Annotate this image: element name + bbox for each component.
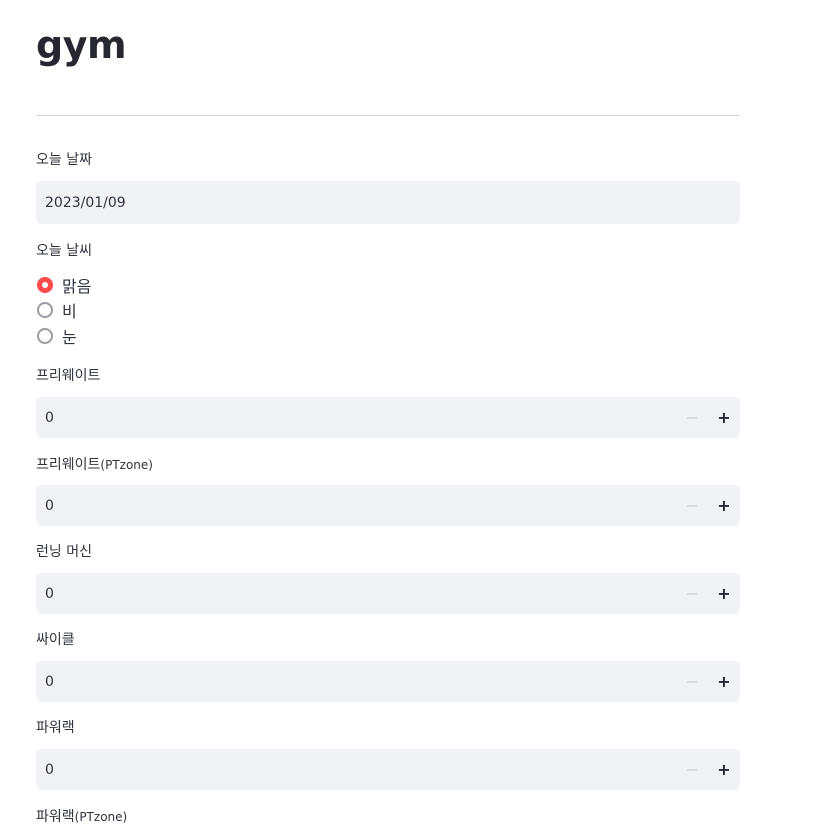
decrement-button[interactable]: − (676, 485, 708, 526)
page-title: gym (36, 23, 127, 67)
label-suffix: (PTzone) (74, 810, 128, 824)
weather-label: 오늘 날씨 (36, 243, 92, 259)
label-text: 런닝 머신 (36, 544, 92, 560)
radio-checked-icon (37, 276, 53, 293)
label-text: 프리웨이트 (36, 368, 101, 384)
powerrack-number-input: 0 − + (36, 749, 740, 790)
date-input[interactable]: 2023/01/09 (36, 181, 740, 224)
cycle-number-input: 0 − + (36, 661, 740, 702)
weather-option-label: 맑음 (62, 276, 92, 296)
divider (36, 115, 740, 116)
weather-option-label: 비 (62, 302, 77, 322)
weather-option-rain[interactable]: 비 (36, 298, 91, 324)
label-suffix: (PTzone) (100, 458, 153, 472)
cycle-label: 싸이클 (36, 631, 75, 649)
label-text: 싸이클 (36, 632, 75, 648)
freeweight-ptzone-number-input: 0 − + (36, 485, 740, 526)
weather-radio-group: 맑음 비 눈 (36, 272, 91, 349)
increment-button[interactable]: + (708, 397, 740, 438)
number-value[interactable]: 0 (36, 586, 676, 602)
increment-button[interactable]: + (708, 573, 740, 614)
radio-unchecked-icon (37, 327, 53, 344)
label-text: 프리웨이트 (36, 457, 101, 473)
radio-unchecked-icon (37, 302, 53, 319)
date-input-value: 2023/01/09 (45, 194, 126, 211)
decrement-button[interactable]: − (676, 661, 708, 702)
label-text: 파워랙 (36, 720, 75, 736)
freeweight-ptzone-label: 프리웨이트(PTzone) (36, 456, 153, 474)
decrement-button[interactable]: − (676, 397, 708, 438)
number-value[interactable]: 0 (36, 674, 676, 690)
number-value[interactable]: 0 (36, 498, 676, 514)
weather-option-label: 눈 (62, 327, 77, 347)
freeweight-number-input: 0 − + (36, 397, 740, 438)
label-text: 파워랙 (36, 809, 75, 825)
number-value[interactable]: 0 (36, 762, 676, 778)
treadmill-number-input: 0 − + (36, 573, 740, 614)
decrement-button[interactable]: − (676, 749, 708, 790)
powerrack-ptzone-label: 파워랙(PTzone) (36, 808, 127, 826)
number-value[interactable]: 0 (36, 410, 676, 426)
weather-option-sunny[interactable]: 맑음 (36, 272, 91, 298)
increment-button[interactable]: + (708, 749, 740, 790)
decrement-button[interactable]: − (676, 573, 708, 614)
weather-option-snow[interactable]: 눈 (36, 323, 91, 349)
increment-button[interactable]: + (708, 485, 740, 526)
date-label: 오늘 날짜 (36, 152, 92, 168)
app-page: gym 오늘 날짜 2023/01/09 오늘 날씨 맑음 비 눈 프리웨이트 (0, 0, 822, 832)
treadmill-label: 런닝 머신 (36, 543, 92, 561)
freeweight-label: 프리웨이트 (36, 367, 100, 385)
increment-button[interactable]: + (708, 661, 740, 702)
powerrack-label: 파워랙 (36, 719, 75, 737)
